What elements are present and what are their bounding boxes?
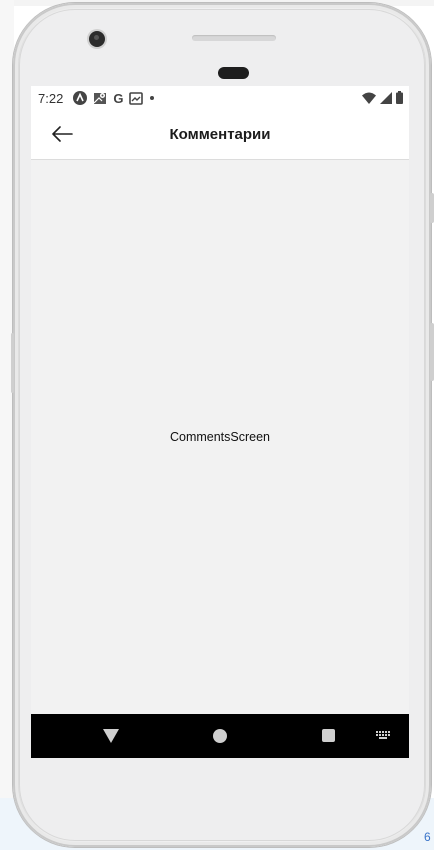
screen-title: Комментарии [169,126,271,143]
background-link-fragment: 6 [424,830,431,844]
app-bar: Комментарии [31,110,409,160]
earpiece [218,67,249,79]
system-status-icons [362,91,403,104]
dot-icon [150,96,155,100]
volume-button [430,193,434,223]
status-time: 7:22 [38,90,64,106]
wifi-icon [362,92,376,104]
notification-icons: G [73,91,155,106]
signal-icon [380,91,392,104]
speaker-grille [192,35,276,41]
android-navigation-bar [31,714,409,758]
background-left-panel [0,0,14,850]
battery-icon [396,91,403,104]
google-icon: G [113,90,124,106]
a-icon [73,91,88,105]
home-circle-icon[interactable] [213,729,227,743]
device-screen: 7:22 G Комментарии CommentsScreen [31,86,409,758]
back-triangle-icon[interactable] [103,729,119,743]
side-button [11,333,14,393]
map-icon [93,93,107,104]
power-button [430,323,434,381]
keyboard-icon[interactable] [376,731,390,741]
status-bar: 7:22 G [31,86,409,110]
recent-square-icon[interactable] [322,729,335,742]
front-camera [89,31,105,47]
gallery-icon [129,91,144,105]
screen-placeholder-text: CommentsScreen [169,430,271,444]
